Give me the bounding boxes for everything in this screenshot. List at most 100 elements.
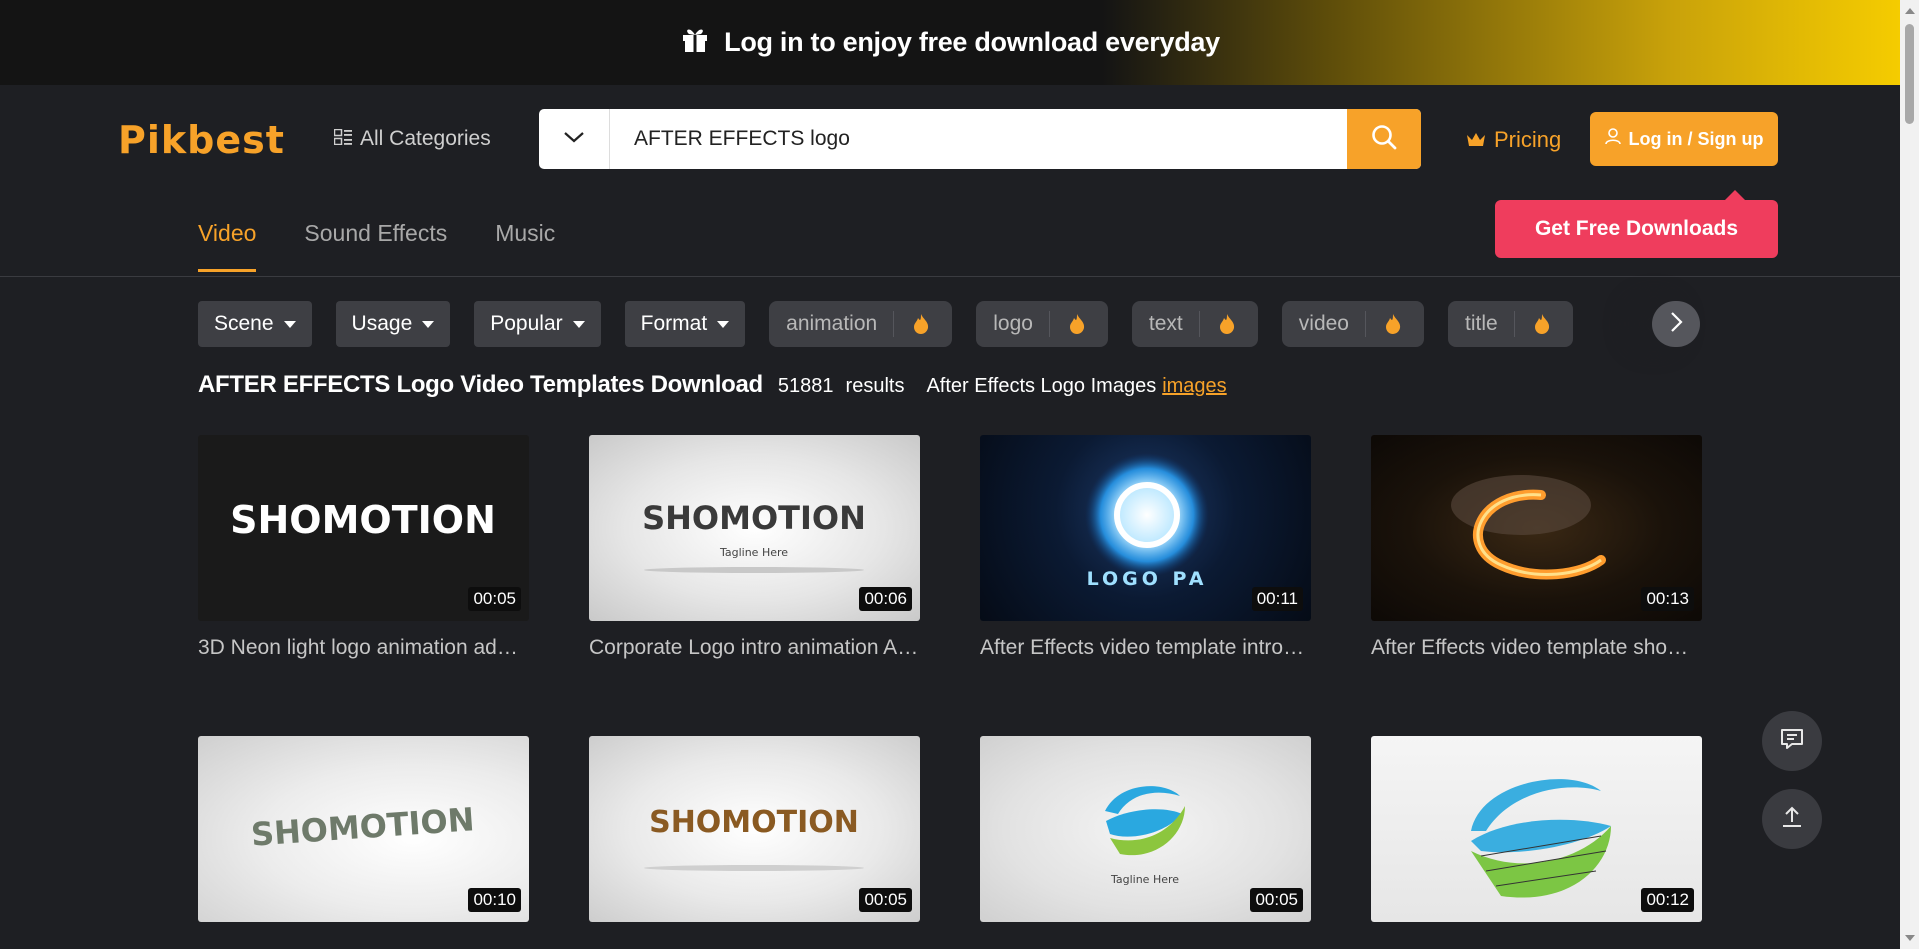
caret-down-icon [717,320,730,328]
banner-text: Log in to enjoy free download everyday [724,27,1220,57]
video-title[interactable]: Corporate Logo intro animation A… [589,636,920,660]
search-icon [1370,123,1398,156]
flame-icon [1050,313,1108,335]
search-bar [539,109,1421,169]
tag-label: logo [976,311,1050,337]
media-tabs: Video Sound Effects Music [198,220,555,272]
video-card[interactable]: SHOMOTION 00:05 [589,736,920,922]
tag-animation[interactable]: animation [769,301,953,347]
duration-badge: 00:12 [1641,888,1694,912]
filter-label: Scene [214,312,274,335]
search-type-dropdown[interactable] [539,109,610,169]
video-thumbnail[interactable]: SHOMOTION 00:05 [589,736,920,922]
all-categories-label: All Categories [360,127,491,150]
header: Pikbest All Categories Pricing Log in / … [0,85,1900,275]
video-thumbnail[interactable]: 00:13 [1371,435,1702,621]
video-thumbnail[interactable]: SHOMOTION 00:10 [198,736,529,922]
filter-bar: Scene Usage Popular Format animation log… [198,301,1700,347]
results-heading: AFTER EFFECTS Logo Video Templates Downl… [198,371,763,398]
tag-label: animation [769,311,895,337]
svg-text:Tagline Here: Tagline Here [1110,873,1179,886]
video-thumbnail[interactable]: 00:12 [1371,736,1702,922]
results-summary: AFTER EFFECTS Logo Video Templates Downl… [198,371,1227,399]
flame-icon [1200,313,1258,335]
filter-label: Popular [490,312,563,335]
login-promo-banner[interactable]: Log in to enjoy free download everyday [0,0,1900,85]
duration-badge: 00:05 [468,587,521,611]
filter-label: Format [640,312,708,335]
video-card[interactable]: LOGO PA 00:11 After Effects video templa… [980,435,1311,660]
duration-badge: 00:05 [859,888,912,912]
free-downloads-tooltip[interactable]: Get Free Downloads [1495,190,1778,258]
login-signup-button[interactable]: Log in / Sign up [1590,112,1778,166]
caret-down-icon [422,320,435,328]
filter-label: Usage [351,312,413,335]
login-label: Log in / Sign up [1628,128,1764,149]
tooltip-label: Get Free Downloads [1534,217,1739,240]
video-title[interactable]: 3D Neon light logo animation ad… [198,636,529,660]
scrollbar-thumb[interactable] [1905,24,1914,124]
upload-icon [1779,804,1805,835]
video-card[interactable]: SHOMOTION Tagline Here 00:06 Corporate Lo… [589,435,920,660]
svg-text:SHOMOTION: SHOMOTION [230,498,496,542]
video-card[interactable]: 00:12 [1371,736,1702,922]
video-card[interactable]: 00:13 After Effects video template sho… [1371,435,1702,660]
related-images-text: After Effects Logo Images [926,375,1157,397]
back-to-top-button[interactable] [1762,789,1822,849]
caret-down-icon [572,320,585,328]
scroll-down-icon[interactable] [1905,935,1915,941]
chevron-down-icon [563,130,585,149]
flame-icon [1366,313,1424,335]
video-title[interactable]: After Effects video template intro… [980,636,1311,660]
filter-format[interactable]: Format [624,301,746,347]
video-title[interactable]: After Effects video template sho… [1371,636,1702,660]
svg-text:LOGO PA: LOGO PA [1087,568,1208,590]
caret-down-icon [283,320,296,328]
video-thumbnail[interactable]: LOGO PA 00:11 [980,435,1311,621]
feedback-button[interactable] [1762,711,1822,771]
video-card[interactable]: Tagline Here 00:05 [980,736,1311,922]
tab-video[interactable]: Video [198,220,257,272]
images-link[interactable]: images [1162,375,1226,398]
tag-label: title [1448,311,1515,337]
filter-popular[interactable]: Popular [474,301,601,347]
search-button[interactable] [1347,109,1421,169]
video-card[interactable]: SHOMOTION 00:10 [198,736,529,922]
site-logo[interactable]: Pikbest [118,118,285,162]
svg-text:SHOMOTION: SHOMOTION [642,499,866,537]
duration-badge: 00:10 [468,888,521,912]
tag-title[interactable]: title [1447,301,1573,347]
tag-label: text [1132,311,1200,337]
duration-badge: 00:06 [859,587,912,611]
filter-scroll-next-button[interactable] [1652,301,1700,347]
tab-sound-effects[interactable]: Sound Effects [304,220,447,272]
duration-badge: 00:13 [1641,587,1694,611]
tag-label: video [1282,311,1366,337]
gift-icon [680,24,710,61]
chat-icon [1779,726,1805,757]
tab-music[interactable]: Music [495,220,555,272]
svg-text:SHOMOTION: SHOMOTION [649,805,859,840]
svg-text:SHOMOTION: SHOMOTION [250,800,476,854]
page-scrollbar[interactable] [1900,0,1919,949]
tag-video[interactable]: video [1281,301,1424,347]
video-thumbnail[interactable]: SHOMOTION Tagline Here 00:06 [589,435,920,621]
video-thumbnail[interactable]: Tagline Here 00:05 [980,736,1311,922]
grid-icon [333,127,352,151]
pricing-label: Pricing [1494,127,1562,152]
search-input[interactable] [610,109,1347,169]
video-thumbnail[interactable]: SHOMOTION 00:05 [198,435,529,621]
tag-logo[interactable]: logo [976,301,1108,347]
tag-text[interactable]: text [1131,301,1258,347]
scroll-up-icon[interactable] [1905,8,1915,14]
svg-text:Tagline Here: Tagline Here [719,546,788,559]
chevron-right-icon [1669,311,1683,338]
results-count: 51881 [777,375,834,397]
filter-scene[interactable]: Scene [198,301,312,347]
flame-icon [894,313,952,335]
filter-usage[interactable]: Usage [335,301,451,347]
user-icon [1604,128,1621,150]
pricing-link[interactable]: Pricing [1466,127,1561,153]
video-card[interactable]: SHOMOTION 00:05 3D Neon light logo anima… [198,435,529,660]
all-categories-button[interactable]: All Categories [333,127,491,151]
